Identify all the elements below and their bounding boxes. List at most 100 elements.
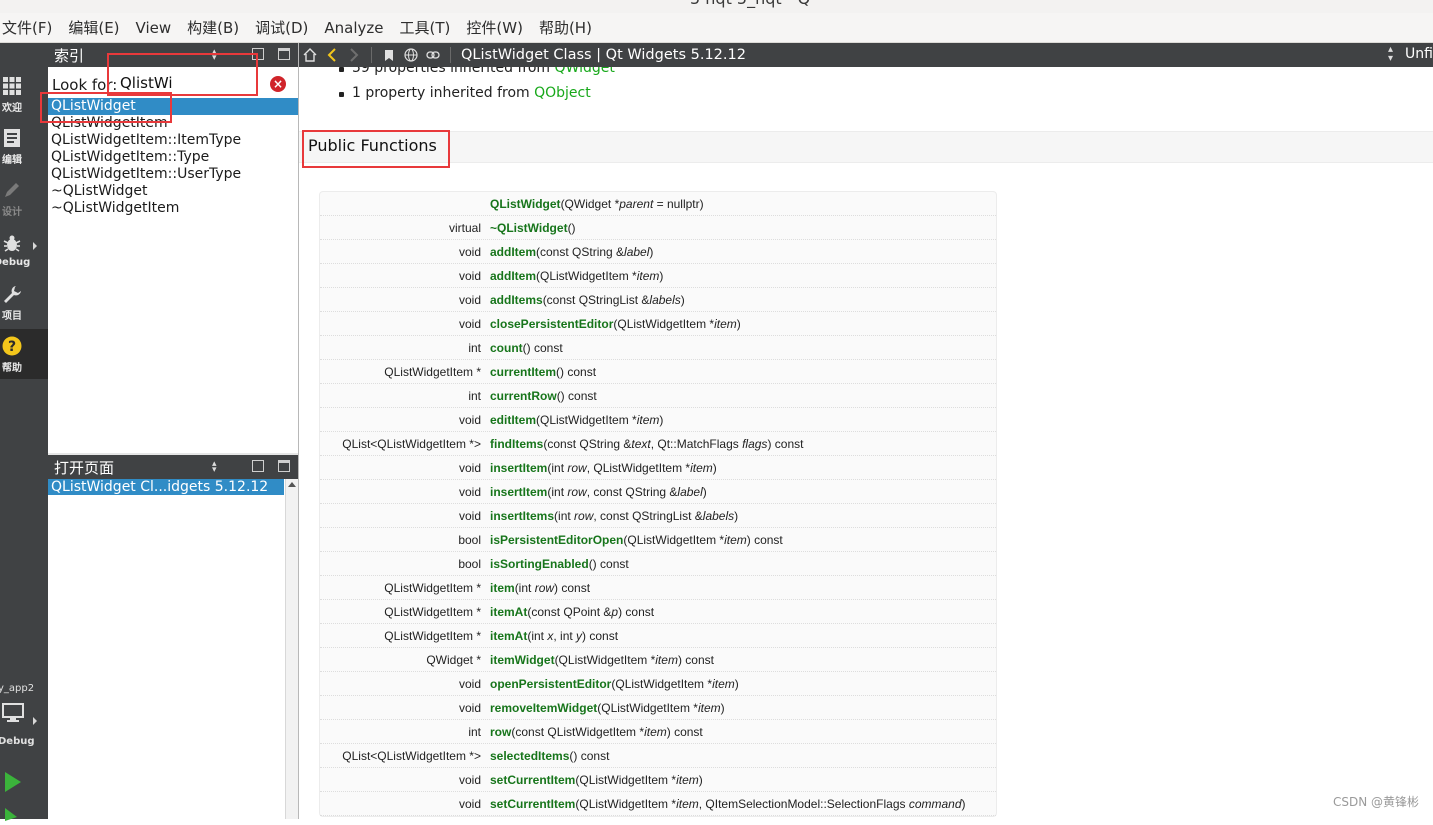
table-row: QList<QListWidgetItem *> findItems(const … bbox=[320, 432, 996, 456]
function-params: () const bbox=[556, 365, 597, 379]
scrollbar[interactable] bbox=[285, 479, 298, 819]
menu-edit[interactable]: 编辑(E) bbox=[60, 17, 127, 38]
table-row: virtual ~QListWidget() bbox=[320, 216, 996, 240]
list-item[interactable]: ~QListWidget bbox=[48, 183, 298, 200]
function-signature: itemWidget(QListWidgetItem *item) const bbox=[490, 653, 714, 667]
function-link[interactable]: itemWidget bbox=[490, 653, 555, 667]
function-link[interactable]: isPersistentEditorOpen bbox=[490, 533, 623, 547]
inherited-link[interactable]: QWidget bbox=[555, 67, 615, 76]
function-params: (const QString &text, Qt::MatchFlags fla… bbox=[543, 437, 804, 451]
table-row: bool isSortingEnabled() const bbox=[320, 552, 996, 576]
pane-switch-icon[interactable]: ▴ ▾ bbox=[212, 48, 217, 63]
link-icon[interactable] bbox=[422, 43, 444, 67]
function-link[interactable]: insertItem bbox=[490, 485, 547, 499]
edit-icon bbox=[1, 127, 23, 149]
section-band bbox=[299, 131, 1433, 163]
menu-tools[interactable]: 工具(T) bbox=[392, 17, 459, 38]
forward-icon[interactable] bbox=[343, 43, 365, 67]
function-signature: addItems(const QStringList &labels) bbox=[490, 293, 685, 307]
menu-build[interactable]: 构建(B) bbox=[179, 17, 247, 38]
mode-edit[interactable]: 编辑 bbox=[0, 121, 48, 171]
table-row: int count() const bbox=[320, 336, 996, 360]
return-type: void bbox=[458, 413, 481, 427]
function-signature: insertItem(int row, const QString &label… bbox=[490, 485, 707, 499]
clear-search-icon[interactable]: × bbox=[270, 76, 286, 92]
return-type: void bbox=[458, 677, 481, 691]
index-pane-title: 索引 bbox=[54, 46, 85, 65]
home-icon[interactable] bbox=[299, 43, 321, 67]
function-link[interactable]: QListWidget bbox=[490, 197, 561, 211]
list-item[interactable]: QListWidgetItem::ItemType bbox=[48, 132, 298, 149]
function-link[interactable]: selectedItems bbox=[490, 749, 569, 763]
menu-view[interactable]: View bbox=[128, 19, 180, 37]
list-item[interactable]: QListWidgetItem::UserType bbox=[48, 166, 298, 183]
table-row: QListWidgetItem * itemAt(const QPoint &p)… bbox=[320, 600, 996, 624]
function-link[interactable]: setCurrentItem bbox=[490, 797, 575, 811]
list-item[interactable]: QListWidgetItem bbox=[48, 115, 298, 132]
mode-help[interactable]: ? 帮助 bbox=[0, 329, 48, 379]
list-item[interactable]: QListWidget Cl...idgets 5.12.12 bbox=[48, 479, 284, 495]
function-link[interactable]: addItems bbox=[490, 293, 543, 307]
function-link[interactable]: row bbox=[490, 725, 511, 739]
function-params: () const bbox=[522, 341, 563, 355]
function-link[interactable]: openPersistentEditor bbox=[490, 677, 611, 691]
table-row: void closePersistentEditor(QListWidgetIte… bbox=[320, 312, 996, 336]
function-link[interactable]: removeItemWidget bbox=[490, 701, 597, 715]
function-link[interactable]: addItem bbox=[490, 245, 536, 259]
function-params: (const QPoint &p) const bbox=[527, 605, 655, 619]
run-button[interactable] bbox=[3, 771, 23, 797]
menu-analyze[interactable]: Analyze bbox=[316, 19, 391, 37]
table-row: void removeItemWidget(QListWidgetItem *it… bbox=[320, 696, 996, 720]
table-row: void insertItem(int row, QListWidgetItem … bbox=[320, 456, 996, 480]
page-switch-icon[interactable]: ▴ ▾ bbox=[1388, 45, 1393, 64]
split-icon[interactable] bbox=[252, 460, 264, 472]
function-link[interactable]: setCurrentItem bbox=[490, 773, 575, 787]
kit-build-label: Debug bbox=[0, 736, 35, 747]
monitor-icon bbox=[2, 703, 24, 727]
mode-projects[interactable]: 项目 bbox=[0, 277, 48, 327]
function-link[interactable]: closePersistentEditor bbox=[490, 317, 613, 331]
mode-design[interactable]: 设计 bbox=[0, 173, 48, 223]
function-link[interactable]: insertItem bbox=[490, 461, 547, 475]
menu-controls[interactable]: 控件(W) bbox=[458, 17, 531, 38]
inherited-link[interactable]: QObject bbox=[534, 85, 591, 101]
function-link[interactable]: itemAt bbox=[490, 605, 527, 619]
list-item[interactable]: QListWidget bbox=[48, 98, 298, 115]
doc-title[interactable]: QListWidget Class | Qt Widgets 5.12.12 bbox=[461, 47, 746, 63]
close-pane-icon[interactable] bbox=[278, 48, 290, 60]
return-type: int bbox=[468, 341, 481, 355]
function-link[interactable]: isSortingEnabled bbox=[490, 557, 589, 571]
filter-combo[interactable]: Unfi bbox=[1405, 46, 1433, 62]
kit-selector[interactable]: Debug bbox=[0, 703, 48, 747]
globe-icon[interactable] bbox=[400, 43, 422, 67]
function-link[interactable]: item bbox=[490, 581, 515, 595]
function-params: () bbox=[567, 221, 576, 235]
close-pane-icon[interactable] bbox=[278, 460, 290, 472]
list-item[interactable]: ~QListWidgetItem bbox=[48, 200, 298, 217]
back-icon[interactable] bbox=[321, 43, 343, 67]
bookmark-icon[interactable] bbox=[378, 43, 400, 67]
function-link[interactable]: findItems bbox=[490, 437, 543, 451]
function-link[interactable]: addItem bbox=[490, 269, 536, 283]
scroll-up-icon[interactable] bbox=[288, 482, 296, 487]
function-link[interactable]: itemAt bbox=[490, 629, 527, 643]
function-link[interactable]: insertItems bbox=[490, 509, 554, 523]
list-item[interactable]: QListWidgetItem::Type bbox=[48, 149, 298, 166]
pane-switch-icon[interactable]: ▴ ▾ bbox=[212, 460, 217, 475]
function-link[interactable]: currentItem bbox=[490, 365, 556, 379]
play-debug-icon bbox=[3, 808, 23, 825]
doc-content: 59 properties inherited from QWidget 1 p… bbox=[299, 67, 1433, 819]
function-link[interactable]: count bbox=[490, 341, 523, 355]
split-icon[interactable] bbox=[252, 48, 264, 60]
function-link[interactable]: ~QListWidget bbox=[490, 221, 568, 235]
search-input[interactable] bbox=[118, 71, 256, 95]
function-link[interactable]: editItem bbox=[490, 413, 536, 427]
function-link[interactable]: currentRow bbox=[490, 389, 557, 403]
menu-help[interactable]: 帮助(H) bbox=[531, 17, 600, 38]
mode-welcome[interactable]: 欢迎 bbox=[0, 69, 48, 119]
menu-file[interactable]: 文件(F) bbox=[0, 17, 60, 38]
function-params: (QListWidgetItem *item, QItemSelectionMo… bbox=[575, 797, 966, 811]
debug-run-button[interactable] bbox=[3, 807, 23, 825]
mode-debug[interactable]: Debug bbox=[0, 225, 48, 275]
menu-debug[interactable]: 调试(D) bbox=[247, 17, 316, 38]
